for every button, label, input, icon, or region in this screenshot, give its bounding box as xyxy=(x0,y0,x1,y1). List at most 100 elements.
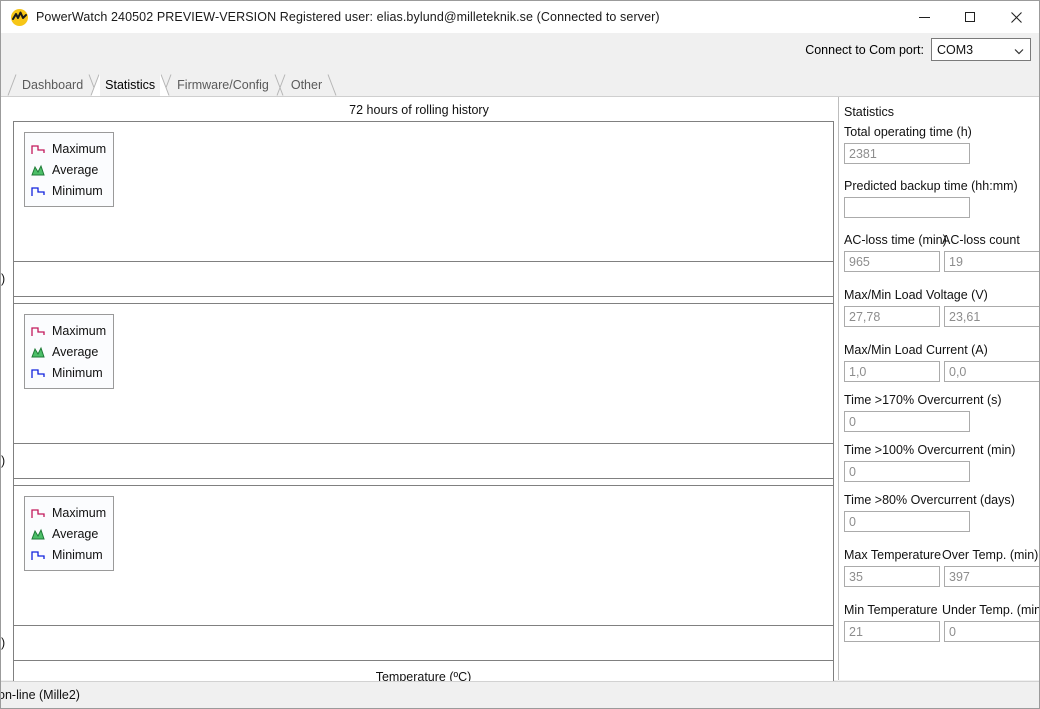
window-title: PowerWatch 240502 PREVIEW-VERSION Regist… xyxy=(36,10,660,24)
chart-temperature[interactable]: Maximum Average Minimum xyxy=(13,485,834,693)
predicted-backup-time-input[interactable] xyxy=(844,197,970,218)
close-button[interactable] xyxy=(993,1,1039,33)
legend-item-maximum: Maximum xyxy=(30,502,106,523)
legend-label: Minimum xyxy=(52,366,103,380)
legend-label: Minimum xyxy=(52,548,103,562)
step-line-icon xyxy=(30,366,46,380)
chart-plot-area[interactable]: Maximum Average Minimum xyxy=(13,121,834,261)
chart-plot-area[interactable]: Maximum Average Minimum xyxy=(13,485,834,625)
field-value: 0 xyxy=(849,515,856,529)
field-label: Max/Min Load Current (A) xyxy=(844,343,1040,358)
tab-label: Statistics xyxy=(105,78,155,92)
field-value: 0 xyxy=(849,415,856,429)
tab-firmware-config[interactable]: Firmware/Config xyxy=(166,74,280,96)
field-value: 397 xyxy=(949,570,970,584)
field-value: 0 xyxy=(849,465,856,479)
field-value: 19 xyxy=(949,255,963,269)
max-load-voltage-input[interactable]: 27,78 xyxy=(844,306,940,327)
tab-edge-right-icon xyxy=(327,74,337,96)
field-time-over-170: Time >170% Overcurrent (s) 0 xyxy=(844,393,1040,432)
tab-edge-right-icon xyxy=(160,74,170,96)
min-temperature-input[interactable]: 21 xyxy=(844,621,940,642)
step-line-icon xyxy=(30,324,46,338)
maximize-button[interactable] xyxy=(947,1,993,33)
total-operating-time-input[interactable]: 2381 xyxy=(844,143,970,164)
field-label-pair: AC-loss time (min) AC-loss count xyxy=(844,233,1040,248)
over-temp-minutes-input[interactable]: 397 xyxy=(944,566,1040,587)
step-line-icon xyxy=(30,548,46,562)
tab-statistics[interactable]: Statistics xyxy=(94,74,166,96)
statistics-heading: Statistics xyxy=(844,105,894,119)
chart-axis-band: ) xyxy=(13,261,834,297)
content-panel: 72 hours of rolling history Maximum xyxy=(1,96,1039,680)
under-temp-minutes-input[interactable]: 0 xyxy=(944,621,1040,642)
chart-plot-area[interactable]: Maximum Average Minimum xyxy=(13,303,834,443)
field-label-left: Max Temperature xyxy=(844,548,942,563)
legend-label: Average xyxy=(52,527,98,541)
field-label: Time >100% Overcurrent (min) xyxy=(844,443,1040,458)
step-line-icon xyxy=(30,184,46,198)
charts-header: 72 hours of rolling history xyxy=(1,103,837,117)
field-value: 35 xyxy=(849,570,863,584)
field-label: Total operating time (h) xyxy=(844,125,1040,140)
com-port-select[interactable]: COM3 xyxy=(931,38,1031,61)
chart-legend: Maximum Average Minimum xyxy=(24,314,114,389)
legend-item-minimum: Minimum xyxy=(30,180,106,201)
y-axis-label-clipped: ) xyxy=(1,636,5,650)
field-ac-loss: AC-loss time (min) AC-loss count 965 19 xyxy=(844,233,1040,272)
legend-item-average: Average xyxy=(30,341,106,362)
field-input-pair: 27,78 23,61 xyxy=(844,303,1040,327)
min-load-current-input[interactable]: 0,0 xyxy=(944,361,1040,382)
y-axis-label-clipped: ) xyxy=(1,454,5,468)
time-over-170-input[interactable]: 0 xyxy=(844,411,970,432)
legend-label: Maximum xyxy=(52,506,106,520)
window-controls xyxy=(901,1,1039,33)
field-time-over-100: Time >100% Overcurrent (min) 0 xyxy=(844,443,1040,482)
tab-other[interactable]: Other xyxy=(280,74,333,96)
title-bar: PowerWatch 240502 PREVIEW-VERSION Regist… xyxy=(1,1,1039,33)
tab-bar: Dashboard Statistics Firmware/ConfigOther xyxy=(1,73,1039,96)
field-max-min-load-voltage: Max/Min Load Voltage (V) 27,78 23,61 xyxy=(844,288,1040,327)
field-value: 965 xyxy=(849,255,870,269)
chart-load-voltage[interactable]: Maximum Average Minimum xyxy=(13,121,834,329)
application-window: PowerWatch 240502 PREVIEW-VERSION Regist… xyxy=(0,0,1040,709)
area-mountain-icon xyxy=(30,163,46,177)
field-input-pair: 21 0 xyxy=(844,618,1040,642)
field-input-pair: 35 397 xyxy=(844,563,1040,587)
ac-loss-count-input[interactable]: 19 xyxy=(944,251,1040,272)
legend-item-average: Average xyxy=(30,159,106,180)
max-temperature-input[interactable]: 35 xyxy=(844,566,940,587)
ac-loss-time-input[interactable]: 965 xyxy=(844,251,940,272)
legend-label: Average xyxy=(52,163,98,177)
tab-dashboard[interactable]: Dashboard xyxy=(11,74,94,96)
min-load-voltage-input[interactable]: 23,61 xyxy=(944,306,1040,327)
legend-label: Average xyxy=(52,345,98,359)
legend-label: Maximum xyxy=(52,142,106,156)
com-port-value: COM3 xyxy=(937,43,973,57)
legend-item-average: Average xyxy=(30,523,106,544)
chart-legend: Maximum Average Minimum xyxy=(24,496,114,571)
field-label-right: Over Temp. (min) xyxy=(942,548,1038,563)
area-mountain-icon xyxy=(30,345,46,359)
waveform-circle-icon xyxy=(11,9,28,26)
step-line-icon xyxy=(30,506,46,520)
field-max-temperature: Max Temperature Over Temp. (min) 35 397 xyxy=(844,548,1040,587)
legend-label: Maximum xyxy=(52,324,106,338)
field-value: 23,61 xyxy=(949,310,980,324)
chart-load-current[interactable]: Maximum Average Minimum xyxy=(13,303,834,511)
max-load-current-input[interactable]: 1,0 xyxy=(844,361,940,382)
minimize-button[interactable] xyxy=(901,1,947,33)
field-label-right: Under Temp. (min) xyxy=(942,603,1040,618)
area-mountain-icon xyxy=(30,527,46,541)
tab-label: Dashboard xyxy=(22,78,83,92)
legend-label: Minimum xyxy=(52,184,103,198)
field-min-temperature: Min Temperature Under Temp. (min) 21 0 xyxy=(844,603,1040,642)
com-port-label: Connect to Com port: xyxy=(805,43,924,57)
statistics-panel: Statistics Total operating time (h) 2381… xyxy=(838,97,1039,680)
time-over-80-input[interactable]: 0 xyxy=(844,511,970,532)
field-total-operating-time: Total operating time (h) 2381 xyxy=(844,125,1040,164)
field-predicted-backup-time: Predicted backup time (hh:mm) xyxy=(844,179,1040,218)
field-label-pair: Min Temperature Under Temp. (min) xyxy=(844,603,1040,618)
legend-item-minimum: Minimum xyxy=(30,362,106,383)
time-over-100-input[interactable]: 0 xyxy=(844,461,970,482)
